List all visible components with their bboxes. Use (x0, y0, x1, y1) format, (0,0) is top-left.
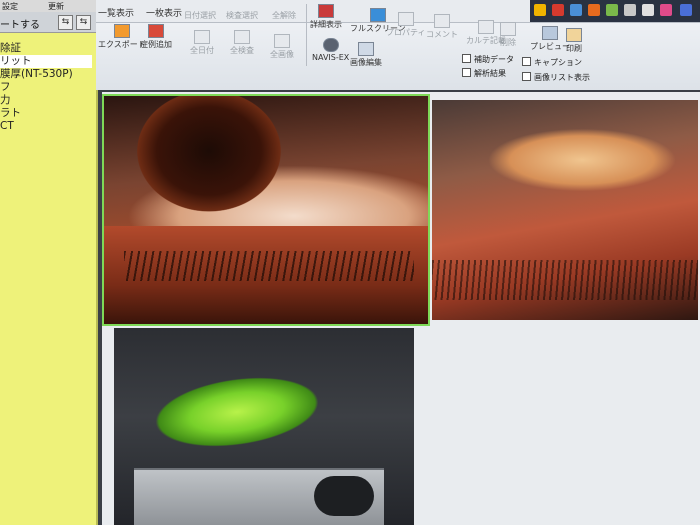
tray-icon[interactable] (660, 4, 672, 16)
checkbox-analysis-result[interactable]: 解析結果 (462, 68, 506, 79)
list-item[interactable]: 力 (0, 94, 92, 107)
tab-list-view[interactable]: 一覧表示 (98, 6, 134, 19)
printer-icon (566, 28, 582, 42)
detail-icon (318, 4, 334, 18)
calendar-icon (194, 30, 210, 44)
property-icon (397, 12, 414, 26)
tray-icon[interactable] (642, 4, 654, 16)
slit-lamp-knob (314, 476, 374, 516)
tray-icon[interactable] (606, 4, 618, 16)
tray-icon[interactable] (680, 4, 692, 16)
eyelash-region (124, 251, 414, 281)
tray-icon[interactable] (552, 4, 564, 16)
image-edit-button[interactable]: 画像編集 (350, 42, 382, 68)
slit-lamp-fluorescein-image-3[interactable] (114, 328, 414, 525)
checkbox-box[interactable] (522, 72, 531, 81)
tray-icon[interactable] (588, 4, 600, 16)
chart-icon (478, 20, 494, 34)
all-dates-button[interactable]: 全日付 (190, 30, 214, 56)
detail-view-button[interactable]: 詳細表示 (310, 4, 342, 30)
navis-ex-button[interactable]: NAVIS-EX (312, 38, 349, 62)
export-icon (113, 24, 130, 38)
image-edit-icon (358, 42, 374, 56)
sort-label[interactable]: ートする (0, 16, 40, 31)
swap-icon-2[interactable]: ⇆ (76, 15, 91, 30)
property-button[interactable]: プロパティ (386, 12, 426, 38)
list-item[interactable]: 膜厚(NT-530P) (0, 68, 92, 81)
checkbox-aux-data[interactable]: 補助データ (462, 54, 514, 65)
checkbox-box[interactable] (462, 54, 471, 63)
tab-single-view[interactable]: 一枚表示 (146, 6, 182, 19)
exam-type-list: 除証 リット 膜厚(NT-530P) フ 力 ラト CT (0, 42, 92, 133)
checkbox-caption[interactable]: キャプション (522, 57, 582, 68)
settings-label[interactable]: 設定 (2, 1, 18, 12)
toolbar: 一覧表示 一枚表示 日付選択 検査選択 全解除 エクスポート 症例追加 全日付 … (96, 0, 700, 90)
update-label[interactable]: 更新 (48, 1, 64, 12)
swap-icon[interactable]: ⇆ (58, 15, 73, 30)
images-icon (274, 34, 290, 48)
list-item[interactable]: CT (0, 120, 92, 133)
preview-icon (542, 26, 558, 40)
system-tray (530, 0, 700, 22)
left-panel-header: 設定 更新 (0, 0, 96, 12)
comment-button[interactable]: コメント (426, 14, 458, 40)
tray-icon[interactable] (624, 4, 636, 16)
comment-icon (434, 14, 450, 28)
tray-icon[interactable] (534, 4, 546, 16)
checkbox-box[interactable] (522, 57, 531, 66)
delete-button[interactable]: 削除 (500, 22, 516, 48)
add-case-button[interactable]: 症例追加 (140, 24, 172, 50)
fullscreen-icon (369, 8, 386, 22)
trash-icon (500, 22, 516, 36)
all-exams-button[interactable]: 全検査 (230, 30, 254, 56)
export-button[interactable]: エクスポート (98, 24, 146, 50)
list-item[interactable]: ラト (0, 107, 92, 120)
toolbar-divider (306, 4, 307, 66)
print-button[interactable]: 印刷 (566, 28, 582, 54)
tray-icon[interactable] (570, 4, 582, 16)
left-panel: 設定 更新 ートする ⇆ ⇆ 除証 リット 膜厚(NT-530P) フ 力 ラト… (0, 0, 98, 525)
preview-button[interactable]: プレビュー (530, 26, 570, 52)
checkbox-image-list[interactable]: 画像リスト表示 (522, 72, 590, 83)
tab-exam-select[interactable]: 検査選択 (226, 10, 258, 21)
list-item[interactable]: フ (0, 81, 92, 94)
list-item-selected[interactable]: リット (0, 55, 92, 68)
ex-icon (322, 38, 339, 52)
eyelash-region (432, 260, 698, 300)
left-panel-toolbar: ートする ⇆ ⇆ (0, 12, 96, 33)
list-item[interactable]: 除証 (0, 42, 92, 55)
exam-icon (234, 30, 250, 44)
slit-lamp-eye-image-1[interactable] (102, 94, 430, 326)
image-viewer (102, 92, 700, 525)
tab-clear-all[interactable]: 全解除 (272, 10, 296, 21)
add-case-icon (148, 24, 164, 38)
checkbox-box[interactable] (462, 68, 471, 77)
slit-lamp-eye-image-2[interactable] (432, 100, 698, 320)
fluorescein-beam (126, 351, 348, 473)
tab-date-select[interactable]: 日付選択 (184, 10, 216, 21)
all-images-button[interactable]: 全画像 (270, 34, 294, 60)
